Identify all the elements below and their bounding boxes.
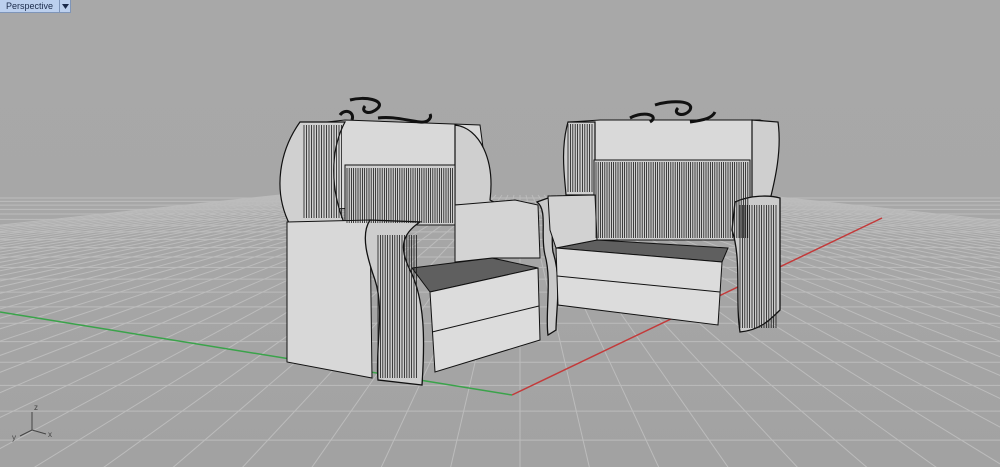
scene-canvas[interactable]: z x y [0, 0, 1000, 467]
left-chair-crest-ornament [338, 96, 432, 124]
left-chair-side-panel-right [454, 199, 541, 263]
triangle-down-icon [61, 3, 69, 9]
viewport-menu-button[interactable] [59, 0, 71, 12]
right-chair-seat-front [555, 247, 723, 326]
z-axis-label: z [34, 403, 38, 412]
right-chair-crest-ornament [629, 100, 717, 124]
right-chair-cushion-back [593, 159, 751, 241]
y-axis-label: y [12, 433, 16, 442]
viewport-title[interactable]: Perspective [0, 0, 60, 12]
right-chair-side-panel-left [547, 194, 598, 249]
left-chair-side-panel-left [286, 219, 373, 379]
x-axis-label: x [48, 430, 52, 439]
right-chair-model[interactable] [547, 100, 781, 333]
right-chair-wing-right [751, 119, 780, 201]
perspective-viewport[interactable]: Perspective z x y [0, 0, 1000, 467]
viewport-tab[interactable]: Perspective [0, 0, 72, 13]
